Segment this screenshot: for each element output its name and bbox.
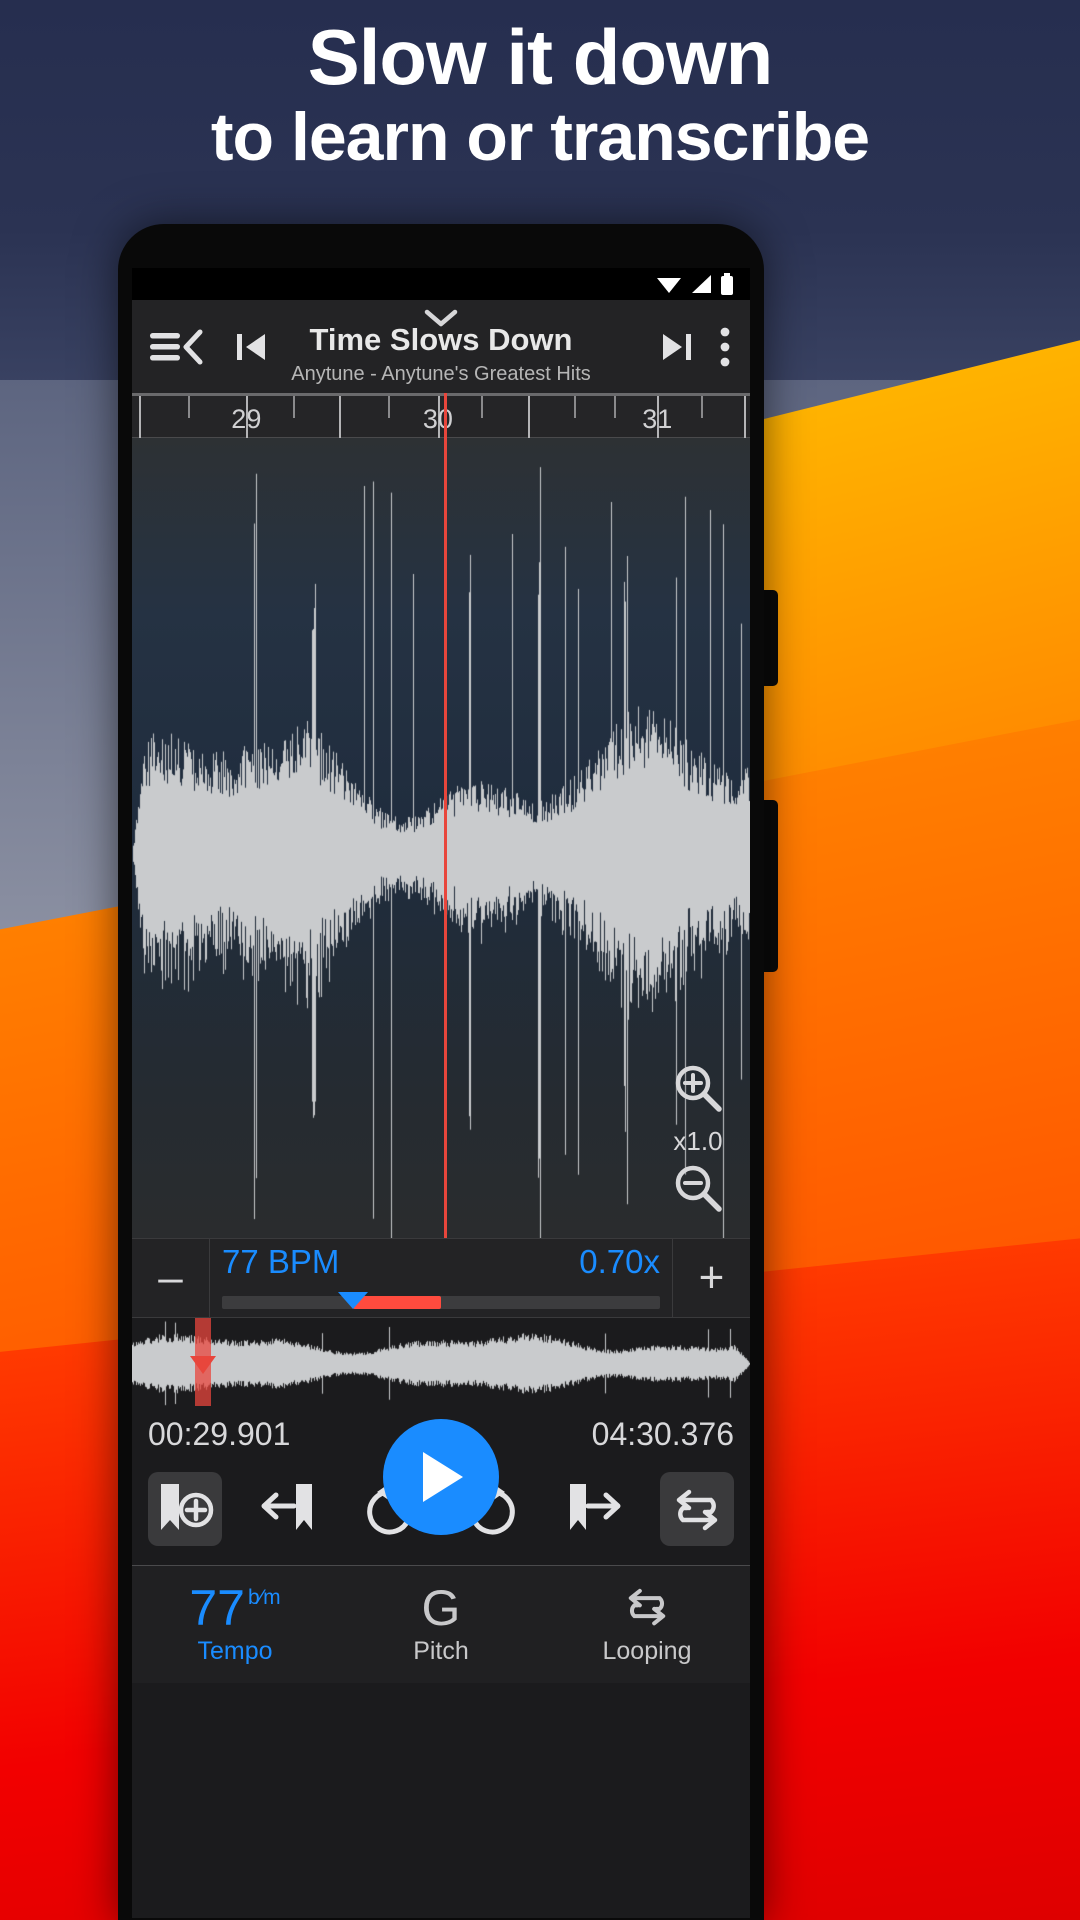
- marker-arrow-left-icon: [261, 1484, 313, 1530]
- next-marker-button[interactable]: [558, 1472, 632, 1546]
- tab-tempo-label: Tempo: [197, 1637, 273, 1665]
- chevron-down-icon[interactable]: [424, 308, 458, 328]
- marker-arrow-right-icon: [569, 1484, 621, 1530]
- phone-volume-up-button: [764, 590, 778, 686]
- ruler-tick-minor: [481, 396, 484, 418]
- headline-line-1: Slow it down: [307, 13, 774, 101]
- ruler-tick-major: [339, 396, 342, 438]
- tempo-slider-area[interactable]: 77 BPM 0.70x: [210, 1239, 672, 1317]
- tab-tempo-value: 77: [189, 1580, 245, 1636]
- loop-toggle-button[interactable]: [659, 1472, 734, 1546]
- ruler-tick-minor: [614, 396, 617, 418]
- tab-tempo[interactable]: 77 b⁄m Tempo: [132, 1566, 338, 1683]
- cell-signal-icon: [692, 275, 711, 293]
- play-icon: [423, 1452, 463, 1502]
- app-screen: Time Slows Down Anytune - Anytune's Grea…: [132, 268, 750, 1918]
- ruler-tick-major: [139, 396, 142, 438]
- loop-icon: [628, 1588, 666, 1626]
- waveform-canvas: [132, 438, 750, 1238]
- overview-canvas: [132, 1318, 750, 1406]
- bottom-tab-bar: 77 b⁄m Tempo G Pitch Looping: [132, 1565, 750, 1683]
- ruler-playhead[interactable]: [444, 393, 448, 438]
- ruler-tick-minor: [388, 396, 391, 418]
- battery-icon: [721, 273, 733, 295]
- waveform-playhead[interactable]: [444, 438, 448, 1238]
- phone-device-frame: Time Slows Down Anytune - Anytune's Grea…: [118, 224, 764, 1920]
- bpm-value: 77 BPM: [222, 1243, 340, 1280]
- tempo-decrease-button[interactable]: –: [132, 1239, 210, 1317]
- tab-looping-icon-wrap: [620, 1583, 674, 1633]
- rate-value: 0.70x: [579, 1243, 660, 1280]
- tab-looping[interactable]: Looping: [544, 1566, 750, 1683]
- zoom-controls: x1.0: [660, 1061, 736, 1220]
- tempo-increase-button[interactable]: +: [672, 1239, 750, 1317]
- wifi-icon: [657, 278, 681, 293]
- ruler-label: 31: [642, 404, 673, 434]
- previous-marker-button[interactable]: [250, 1472, 324, 1546]
- tab-tempo-value-wrap: 77 b⁄m: [189, 1583, 280, 1633]
- ruler-label: 30: [422, 404, 453, 434]
- promo-headline: Slow it down to learn or transcribe: [0, 13, 1080, 176]
- tab-pitch-value: G: [421, 1580, 461, 1636]
- timeline-ruler[interactable]: 29 30 31: [132, 393, 750, 438]
- hamburger-collapse-icon[interactable]: [148, 325, 206, 369]
- track-overview-strip[interactable]: [132, 1318, 750, 1406]
- app-bar: Time Slows Down Anytune - Anytune's Grea…: [132, 300, 750, 393]
- tempo-control-bar: – 77 BPM 0.70x +: [132, 1238, 750, 1318]
- ruler-tick-minor: [292, 396, 295, 418]
- current-time: 00:29.901: [148, 1416, 291, 1452]
- tab-pitch[interactable]: G Pitch: [338, 1566, 544, 1683]
- add-marker-button[interactable]: [148, 1472, 222, 1546]
- ruler-tick-minor: [700, 396, 703, 418]
- tab-looping-label: Looping: [602, 1637, 692, 1665]
- ruler-tick-major: [743, 396, 746, 438]
- tab-tempo-unit: b⁄m: [247, 1586, 281, 1609]
- tab-pitch-label: Pitch: [413, 1637, 469, 1665]
- ruler-tick-minor: [187, 396, 190, 418]
- app-bar-right-group: [658, 325, 750, 369]
- loop-icon: [676, 1489, 718, 1531]
- more-vertical-icon[interactable]: [718, 325, 732, 369]
- app-bar-left-group: [132, 325, 270, 369]
- zoom-out-icon[interactable]: [671, 1161, 725, 1215]
- tempo-slider-knob[interactable]: [338, 1292, 369, 1309]
- ruler-tick-major: [527, 396, 530, 438]
- ruler-label: 29: [231, 404, 262, 434]
- total-time: 04:30.376: [591, 1416, 734, 1452]
- marker-plus-icon: [161, 1484, 214, 1530]
- overview-marker-handle[interactable]: [190, 1356, 217, 1374]
- ruler-tick-minor: [573, 396, 576, 418]
- headline-line-2: to learn or transcribe: [210, 98, 870, 175]
- skip-next-icon[interactable]: [658, 329, 696, 365]
- phone-volume-down-button: [764, 800, 778, 972]
- zoom-in-icon[interactable]: [671, 1061, 725, 1115]
- skip-previous-icon[interactable]: [232, 329, 270, 365]
- waveform-display[interactable]: x1.0: [132, 438, 750, 1238]
- status-bar: [132, 268, 750, 300]
- tempo-slider[interactable]: [222, 1292, 660, 1309]
- play-button[interactable]: [383, 1419, 499, 1535]
- zoom-level-label: x1.0: [673, 1126, 723, 1156]
- transport-controls: [132, 1419, 750, 1565]
- tempo-readout-row: 77 BPM 0.70x: [222, 1243, 660, 1281]
